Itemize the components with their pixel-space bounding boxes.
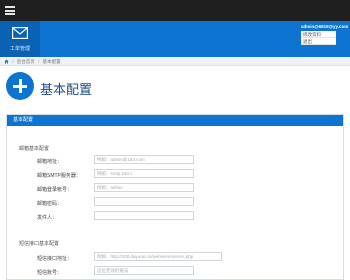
mail-icon xyxy=(12,27,28,39)
sender-field[interactable] xyxy=(94,211,194,220)
smtp-server-field[interactable]: 例如：smtp.163.c xyxy=(94,169,194,178)
plus-circle-icon xyxy=(6,72,34,100)
breadcrumb-separator: / xyxy=(38,59,40,64)
settings-panel: 基本配置 邮箱基本配置 邮箱地址： 例如：admin@163.com 邮箱SMT… xyxy=(6,114,344,280)
breadcrumb-item-home[interactable]: 后台首页 xyxy=(17,59,35,64)
smtp-server-label: 邮箱SMTP服务器： xyxy=(37,173,81,179)
mail-address-label: 邮箱地址： xyxy=(37,159,63,165)
breadcrumb-separator: / xyxy=(12,59,14,64)
page-title: 基本配置 xyxy=(40,82,93,97)
edit-profile-link[interactable]: 修改资料 xyxy=(301,31,336,38)
mail-password-field[interactable] xyxy=(94,197,194,206)
sms-endpoint-label: 短信接口地址： xyxy=(37,256,73,262)
panel-title: 基本配置 xyxy=(7,115,343,126)
sms-account-label: 短信账号： xyxy=(37,270,63,276)
module-label: 工单管理 xyxy=(9,46,30,52)
logout-link[interactable]: 退出 xyxy=(301,38,336,45)
account-menu: admin@6818@yy.com 修改资料 退出 xyxy=(290,24,350,45)
sms-endpoint-field[interactable]: 例如：http://100.dayuan.cn/webservice/sms.p… xyxy=(94,252,222,261)
header: 工单管理 admin@6818@yy.com 修改资料 退出 xyxy=(0,21,350,57)
home-icon[interactable] xyxy=(4,59,9,64)
username[interactable]: admin@6818@yy.com xyxy=(301,24,350,29)
sender-label: 发件人： xyxy=(37,215,58,221)
breadcrumb: / 后台首页 / 基本配置 xyxy=(0,57,350,66)
top-bar xyxy=(0,0,350,21)
sms-section-title: 短信接口基本配置 xyxy=(19,241,60,247)
breadcrumb-item-current: 基本配置 xyxy=(42,59,61,64)
module-tile-tickets[interactable]: 工单管理 xyxy=(0,21,40,57)
hamburger-icon[interactable] xyxy=(5,6,15,15)
mail-account-field[interactable]: 例如：admin xyxy=(94,183,194,192)
mail-address-field[interactable]: 例如：admin@163.com xyxy=(94,155,194,164)
sms-account-field[interactable]: 这位无效的账号 xyxy=(94,266,194,275)
mail-password-label: 邮箱密码： xyxy=(37,201,63,207)
mail-section-title: 邮箱基本配置 xyxy=(19,146,50,152)
mail-account-label: 邮箱登录帐号： xyxy=(37,187,73,193)
